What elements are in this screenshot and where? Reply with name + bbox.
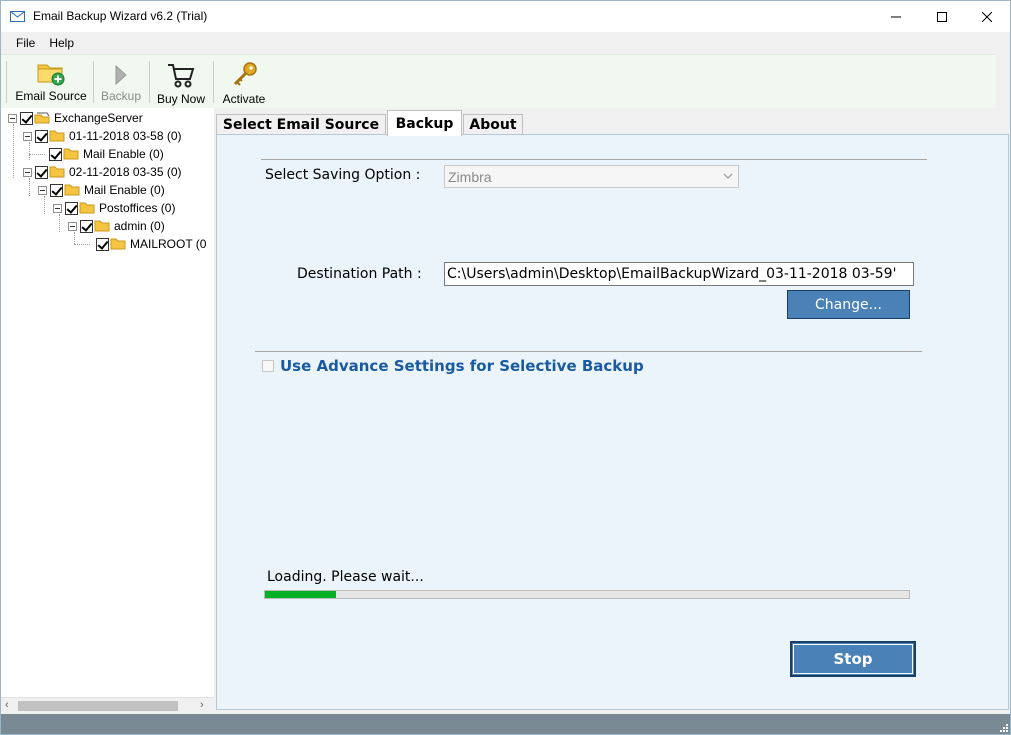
tree-checkbox[interactable] xyxy=(35,165,48,179)
tree-node-mail-enable-2[interactable]: Mail Enable (0) xyxy=(38,181,165,199)
destination-path-field[interactable]: C:\Users\admin\Desktop\EmailBackupWizard… xyxy=(444,262,914,286)
scroll-right-icon[interactable]: › xyxy=(200,699,204,711)
tree-node-label: Mail Enable (0) xyxy=(83,147,164,161)
tree-node-label: 02-11-2018 03-35 (0) xyxy=(69,165,182,179)
progress-fill xyxy=(265,591,336,598)
folder-icon xyxy=(49,130,65,142)
collapse-toggle[interactable] xyxy=(68,221,77,231)
minimize-icon xyxy=(891,16,901,17)
folder-icon xyxy=(110,238,126,250)
tree-node-exchangeserver[interactable]: ExchangeServer xyxy=(8,109,143,127)
menu-file[interactable]: File xyxy=(9,36,42,50)
tree-node-label: Postoffices (0) xyxy=(99,201,176,215)
top-scrollbar-strip xyxy=(996,32,1010,108)
divider xyxy=(261,159,927,160)
tree-checkbox[interactable] xyxy=(20,111,33,125)
buy-now-label: Buy Now xyxy=(156,92,206,106)
change-button[interactable]: Change... xyxy=(787,290,910,319)
saving-option-select[interactable]: Zimbra xyxy=(444,165,739,188)
tab-backup[interactable]: Backup xyxy=(387,110,462,136)
app-window: Email Backup Wizard v6.2 (Trial) File He… xyxy=(0,0,1011,735)
server-icon xyxy=(34,112,50,124)
saving-option-value: Zimbra xyxy=(448,169,492,185)
shopping-cart-icon xyxy=(168,64,195,88)
backup-label: Backup xyxy=(100,89,142,103)
folder-icon xyxy=(63,148,79,160)
stop-button[interactable]: Stop xyxy=(790,641,916,677)
folder-icon xyxy=(49,166,65,178)
tree-checkbox[interactable] xyxy=(50,183,63,197)
advance-settings-label[interactable]: Use Advance Settings for Selective Backu… xyxy=(280,357,644,375)
app-envelope-icon xyxy=(10,11,25,22)
tree-checkbox[interactable] xyxy=(35,129,48,143)
collapse-toggle[interactable] xyxy=(38,185,47,195)
resize-grip-icon[interactable] xyxy=(998,722,1008,732)
tree-node-mail-enable-1[interactable]: Mail Enable (0) xyxy=(49,145,164,163)
buy-now-button[interactable]: Buy Now xyxy=(151,55,211,109)
tree-node-admin[interactable]: admin (0) xyxy=(68,217,165,235)
tree-node-label: MAILROOT (0 xyxy=(130,237,207,251)
email-source-label: Email Source xyxy=(15,89,87,103)
tree-node-label: Mail Enable (0) xyxy=(84,183,165,197)
close-button[interactable] xyxy=(964,1,1010,32)
scrollbar-thumb[interactable] xyxy=(18,701,178,711)
menu-help[interactable]: Help xyxy=(42,36,81,50)
maximize-button[interactable] xyxy=(919,1,965,32)
backup-button[interactable]: Backup xyxy=(95,55,147,109)
activate-button[interactable]: Activate xyxy=(215,55,273,109)
folder-tree[interactable]: ExchangeServer 01-11-2018 03-58 (0) Mail… xyxy=(1,108,214,697)
advance-settings-checkbox[interactable] xyxy=(262,360,274,372)
tree-horizontal-scrollbar[interactable]: ‹ › xyxy=(1,697,214,714)
tree-node-mailroot[interactable]: MAILROOT (0 xyxy=(96,235,206,253)
activate-label: Activate xyxy=(222,92,266,106)
backup-panel: Select Saving Option : Zimbra Destinatio… xyxy=(216,134,1009,710)
toolbar-separator xyxy=(149,61,150,103)
title-bar: Email Backup Wizard v6.2 (Trial) xyxy=(1,1,1010,32)
collapse-toggle[interactable] xyxy=(53,203,62,213)
toolbar-separator xyxy=(213,61,214,103)
destination-path-label: Destination Path : xyxy=(297,266,422,282)
tree-checkbox[interactable] xyxy=(49,147,62,161)
play-arrow-icon xyxy=(115,65,127,85)
email-source-button[interactable]: Email Source xyxy=(9,55,93,109)
toolbar: Email Source Backup Buy Now Activate xyxy=(1,54,996,108)
add-folder-icon xyxy=(37,64,65,86)
collapse-toggle[interactable] xyxy=(23,131,32,141)
maximize-icon xyxy=(937,11,947,22)
tree-node-postoffices[interactable]: Postoffices (0) xyxy=(53,199,175,217)
tree-node-label: admin (0) xyxy=(114,219,165,233)
collapse-toggle[interactable] xyxy=(23,167,32,177)
window-title: Email Backup Wizard v6.2 (Trial) xyxy=(33,9,208,23)
minimize-button[interactable] xyxy=(873,1,919,32)
scroll-left-icon[interactable]: ‹ xyxy=(5,699,9,711)
tree-node-date-2[interactable]: 02-11-2018 03-35 (0) xyxy=(23,163,182,181)
saving-option-label: Select Saving Option : xyxy=(265,167,421,183)
toolbar-separator xyxy=(6,61,7,103)
menu-bar: File Help xyxy=(1,32,996,54)
folder-icon xyxy=(64,184,80,196)
collapse-toggle[interactable] xyxy=(8,113,17,123)
tree-checkbox[interactable] xyxy=(65,201,78,215)
tree-node-date-1[interactable]: 01-11-2018 03-58 (0) xyxy=(23,127,182,145)
folder-icon xyxy=(94,220,110,232)
loading-status-text: Loading. Please wait... xyxy=(267,569,424,585)
tree-node-label: 01-11-2018 03-58 (0) xyxy=(69,129,182,143)
key-icon xyxy=(233,62,257,86)
tab-select-email-source[interactable]: Select Email Source xyxy=(216,114,386,135)
tree-checkbox[interactable] xyxy=(80,219,93,233)
tree-node-label: ExchangeServer xyxy=(54,111,143,125)
chevron-down-icon xyxy=(723,173,733,179)
status-bar xyxy=(1,714,1010,734)
tab-about[interactable]: About xyxy=(463,114,523,135)
divider xyxy=(255,351,922,352)
toolbar-separator xyxy=(93,61,94,103)
tree-checkbox[interactable] xyxy=(96,237,109,251)
folder-icon xyxy=(79,202,95,214)
close-icon xyxy=(982,11,992,22)
progress-bar xyxy=(264,590,910,599)
